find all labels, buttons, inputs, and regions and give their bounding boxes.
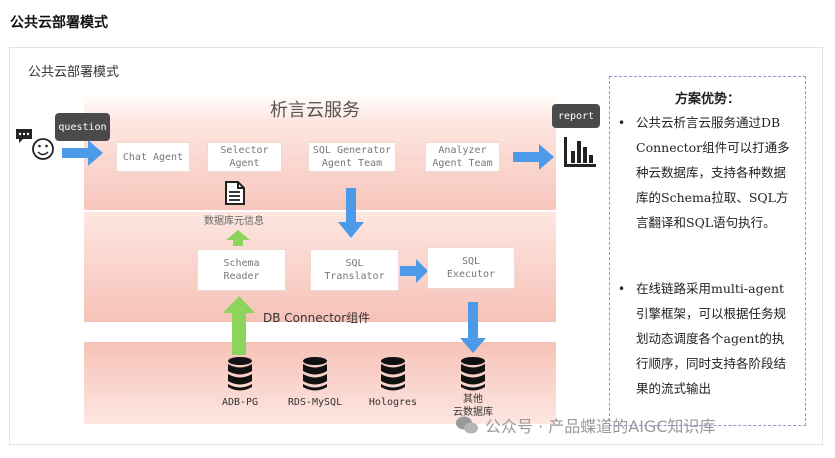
advantages-title: 方案优势： (675, 92, 741, 107)
sql-generator-node: SQL Generator Agent Team (308, 142, 396, 172)
watermark-text: 公众号 · 产品蝶道的AIGC知识库 (485, 417, 716, 436)
executor-to-db-arrow (460, 302, 486, 353)
report-tag: report (552, 104, 600, 128)
database-icon-adbpg (228, 357, 252, 391)
metadata-label: 数据库元信息 (204, 216, 264, 227)
bullet-dot: • (618, 116, 626, 130)
schema-reader-node: Schema Reader (197, 249, 286, 291)
bullet-dot: • (618, 282, 626, 296)
selector-agent-node: Selector Agent (207, 142, 282, 172)
connector-title: DB Connector组件 (263, 311, 371, 325)
question-arrow (62, 140, 103, 166)
translator-to-executor-arrow (400, 259, 428, 283)
sql-executor-node: SQL Executor (427, 247, 515, 289)
sql-translator-node: SQL Translator (310, 249, 399, 291)
generator-to-translator-arrow (338, 188, 364, 238)
analyzer-node: Analyzer Agent Team (425, 142, 500, 172)
bar-chart-icon (564, 137, 596, 167)
database-icon-hologres (381, 357, 405, 391)
advantage-item-1: 公共云析言云服务通过DB Connector组件可以打通多种云数据库，支持各种数… (636, 115, 790, 230)
chat-agent-node: Chat Agent (116, 142, 190, 172)
db-label-adbpg: ADB-PG (221, 397, 259, 408)
watermark: 公众号 · 产品蝶道的AIGC知识库 (455, 413, 716, 437)
db-to-schema-arrow (223, 296, 255, 355)
document-icon (225, 181, 245, 205)
database-icon-rdsmysql (303, 357, 327, 391)
report-arrow (513, 144, 554, 170)
database-icon-other (461, 357, 485, 391)
db-label-hologres: Hologres (368, 397, 418, 408)
schema-to-metadata-arrow (226, 230, 250, 246)
wechat-icon (456, 416, 478, 434)
advantage-item-2: 在线链路采用multi-agent引擎框架，可以根据任务规划动态调度各个agen… (636, 281, 787, 396)
db-label-rdsmysql: RDS-MySQL (287, 397, 343, 408)
